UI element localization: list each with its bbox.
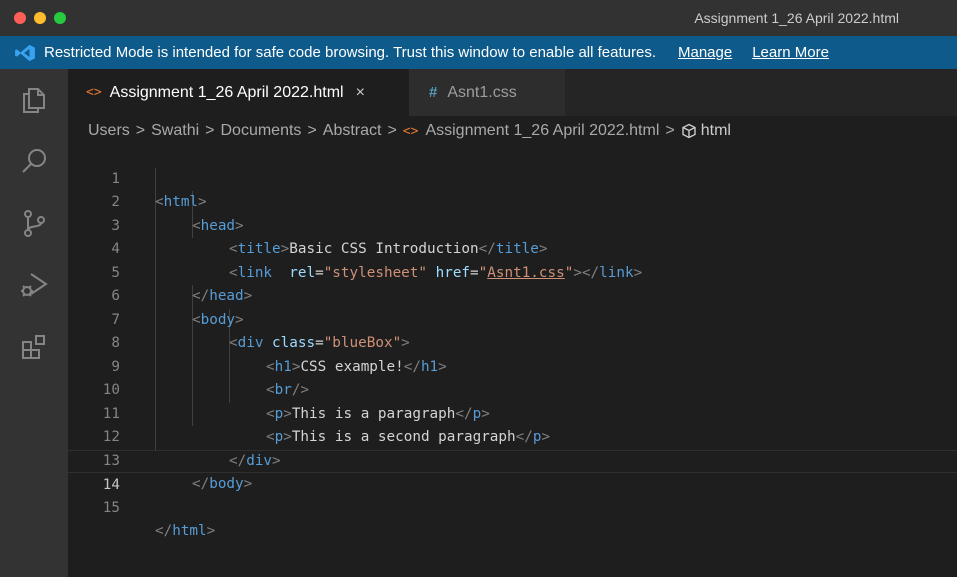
breadcrumb-item[interactable]: Abstract xyxy=(323,122,382,140)
minimize-window-button[interactable] xyxy=(34,12,46,24)
code-line: 11 <p>This is a second paragraph</p> xyxy=(68,379,957,446)
breadcrumb-separator: > xyxy=(307,122,317,139)
code-line: 6 <body> xyxy=(68,262,957,328)
maximize-window-button[interactable] xyxy=(54,12,66,24)
tab-label: Asnt1.css xyxy=(447,83,517,101)
explorer-icon[interactable] xyxy=(18,83,50,115)
code-line: 15 </html> xyxy=(68,473,957,540)
current-code-line: 14 xyxy=(68,449,957,493)
line-number: 15 xyxy=(102,499,120,516)
code-line: 13 </body> xyxy=(68,426,957,493)
code-line: 1 <html> xyxy=(68,144,957,211)
breadcrumb-separator: > xyxy=(387,122,397,139)
breadcrumb-item[interactable]: Documents xyxy=(221,122,302,140)
activity-bar xyxy=(0,69,68,577)
tab-asnt1-css[interactable]: # Asnt1.css xyxy=(409,69,565,116)
code-line: 10 <p>This is a paragraph</p> xyxy=(68,356,957,422)
banner-message: Restricted Mode is intended for safe cod… xyxy=(44,44,656,61)
html-file-icon: <> xyxy=(402,123,419,139)
code-line: 3 <title>Basic CSS Introduction</title> xyxy=(68,191,957,258)
title-bar: Assignment 1_26 April 2022.html xyxy=(0,0,957,36)
source-control-icon[interactable] xyxy=(18,207,50,239)
restricted-mode-banner: Restricted Mode is intended for safe cod… xyxy=(0,36,957,69)
close-tab-icon[interactable]: × xyxy=(356,84,365,102)
close-window-button[interactable] xyxy=(14,12,26,24)
tab-label: Assignment 1_26 April 2022.html xyxy=(109,83,344,101)
breadcrumb-separator: > xyxy=(205,122,215,139)
manage-link[interactable]: Manage xyxy=(678,44,732,61)
code-editor[interactable]: 1 <html> 2 <head> 3 <title>Basic CSS Int… xyxy=(68,144,957,577)
breadcrumb-item[interactable]: Assignment 1_26 April 2022.html xyxy=(425,122,659,140)
breadcrumb-separator: > xyxy=(665,122,675,139)
run-debug-icon[interactable] xyxy=(18,269,50,301)
code-line: 2 <head> xyxy=(68,168,957,234)
code-line: 9 <br/> xyxy=(68,332,957,399)
html-file-icon: <> xyxy=(86,85,102,100)
code-line: 5 </head> xyxy=(68,238,957,305)
breadcrumb-item[interactable]: Users xyxy=(88,122,130,140)
learn-more-link[interactable]: Learn More xyxy=(752,44,829,61)
css-file-icon: # xyxy=(429,84,438,101)
search-icon[interactable] xyxy=(18,145,50,177)
window-title: Assignment 1_26 April 2022.html xyxy=(694,10,899,26)
breadcrumb: Users > Swathi > Documents > Abstract > … xyxy=(88,120,731,142)
vscode-logo-icon xyxy=(15,44,35,61)
editor-tabs: <> Assignment 1_26 April 2022.html × # A… xyxy=(68,69,957,116)
extensions-icon[interactable] xyxy=(18,331,50,363)
breadcrumb-item[interactable]: html xyxy=(701,122,731,140)
breadcrumb-separator: > xyxy=(135,122,146,139)
symbol-element-icon xyxy=(682,123,696,139)
code-line: 4 <link rel="stylesheet" href="Asnt1.css… xyxy=(68,215,957,281)
tab-assignment-html[interactable]: <> Assignment 1_26 April 2022.html × xyxy=(68,69,409,116)
breadcrumb-item[interactable]: Swathi xyxy=(151,122,199,140)
code-line: 7 <div class="blueBox"> xyxy=(68,285,957,352)
code-line: 12 </div> xyxy=(68,403,957,469)
code-line: 8 <h1>CSS example!</h1> xyxy=(68,309,957,375)
